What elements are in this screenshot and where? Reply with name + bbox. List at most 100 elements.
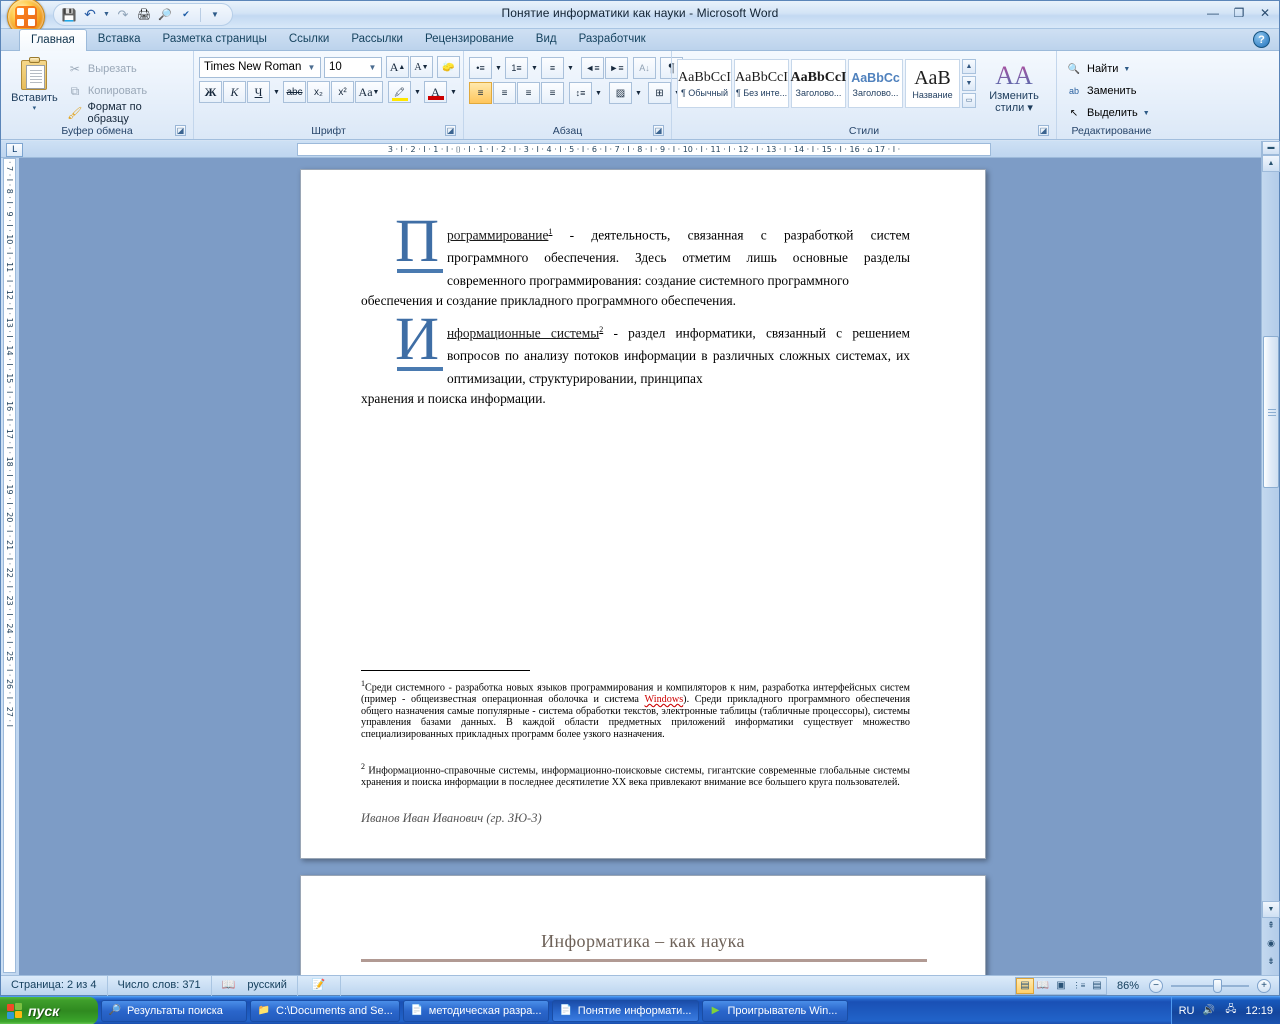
change-styles-button[interactable]: AA Изменить стили ▾ bbox=[983, 59, 1045, 115]
outline-view-button[interactable]: ⋮≡ bbox=[1070, 978, 1088, 994]
select-button[interactable]: ↖ Выделить ▼ bbox=[1062, 102, 1154, 124]
gallery-scroll-up-icon[interactable]: ▲ bbox=[962, 59, 976, 74]
shading-button[interactable]: ▨ bbox=[609, 82, 632, 104]
align-right-button[interactable]: ≡ bbox=[517, 82, 540, 104]
vertical-scrollbar[interactable]: ▬ ▲ ▼ ⇞ ◉ ⇟ bbox=[1261, 141, 1280, 975]
tab-retsenzirovanie[interactable]: Рецензирование bbox=[414, 29, 525, 51]
spelling-check-icon[interactable]: 📖 bbox=[222, 976, 236, 995]
zoom-in-button[interactable]: + bbox=[1257, 978, 1271, 993]
tab-vstavka[interactable]: Вставка bbox=[87, 29, 152, 51]
status-word-count[interactable]: Число слов: 371 bbox=[108, 975, 212, 996]
format-painter-button[interactable]: 🖌 Формат по образцу bbox=[63, 101, 188, 125]
find-button[interactable]: 🔍 Найти ▼ bbox=[1062, 58, 1134, 80]
subscript-button[interactable]: x₂ bbox=[307, 81, 330, 103]
save-icon[interactable]: 💾 bbox=[60, 6, 78, 24]
align-left-button[interactable]: ≡ bbox=[469, 82, 492, 104]
styles-gallery-scroll[interactable]: ▲ ▼ ▭ bbox=[962, 59, 976, 108]
replace-button[interactable]: ab Заменить bbox=[1062, 80, 1140, 102]
start-button[interactable]: пуск bbox=[0, 996, 98, 1024]
gallery-scroll-down-icon[interactable]: ▼ bbox=[962, 76, 976, 91]
minimize-button[interactable]: — bbox=[1205, 5, 1221, 21]
spelling-check-icon[interactable]: ✔ bbox=[177, 6, 195, 24]
language-indicator[interactable]: RU bbox=[1179, 1005, 1195, 1017]
web-layout-view-button[interactable]: ▣ bbox=[1052, 978, 1070, 994]
copy-button[interactable]: ⧉ Копировать bbox=[63, 80, 188, 102]
redo-icon[interactable]: ↷ bbox=[114, 6, 132, 24]
select-browse-object-button[interactable]: ◉ bbox=[1262, 935, 1280, 953]
numbering-button[interactable]: 1≡ bbox=[505, 57, 528, 79]
vertical-ruler[interactable]: · 7 · I · 8 · I · 9 · I · 10 · I · 11 · … bbox=[1, 158, 19, 975]
gallery-more-icon[interactable]: ▭ bbox=[962, 93, 976, 108]
strikethrough-button[interactable]: abc bbox=[283, 81, 306, 103]
style-item-zagolovok-1[interactable]: AaBbCcI Заголово... bbox=[791, 59, 847, 108]
style-item-bez-intervala[interactable]: AaBbCcI ¶ Без инте... bbox=[734, 59, 789, 108]
style-item-nazvanie[interactable]: АаВ Название bbox=[905, 59, 960, 108]
undo-dropdown-icon[interactable]: ▼ bbox=[102, 6, 111, 24]
next-page-button[interactable]: ⇟ bbox=[1262, 953, 1280, 971]
styles-dialog-launcher[interactable]: ◪ bbox=[1038, 125, 1049, 136]
customize-qat-icon[interactable]: ▼ bbox=[206, 6, 224, 24]
document-page-2[interactable]: Информатика – как наука bbox=[300, 875, 986, 975]
shading-dropdown-icon[interactable]: ▼ bbox=[633, 82, 644, 104]
status-language[interactable]: русский bbox=[247, 976, 286, 995]
macro-record-icon[interactable]: 📝 bbox=[312, 979, 326, 991]
numbering-dropdown-icon[interactable]: ▼ bbox=[529, 57, 540, 79]
sort-button[interactable]: A↓ bbox=[633, 57, 656, 79]
tab-ssylki[interactable]: Ссылки bbox=[278, 29, 341, 51]
increase-indent-button[interactable]: ►≡ bbox=[605, 57, 628, 79]
full-screen-reading-view-button[interactable]: 📖 bbox=[1034, 978, 1052, 994]
align-center-button[interactable]: ≡ bbox=[493, 82, 516, 104]
line-spacing-dropdown-icon[interactable]: ▼ bbox=[593, 82, 604, 104]
zoom-slider-thumb[interactable] bbox=[1213, 978, 1222, 993]
tab-glavnaya[interactable]: Главная bbox=[19, 29, 87, 51]
tab-stop-selector[interactable]: L bbox=[6, 143, 23, 157]
paste-dropdown-icon[interactable]: ▾ bbox=[33, 104, 37, 112]
line-spacing-button[interactable]: ↕≡ bbox=[569, 82, 592, 104]
bold-button[interactable]: Ж bbox=[199, 81, 222, 103]
clipboard-dialog-launcher[interactable]: ◪ bbox=[175, 125, 186, 136]
taskbar-button-search-results[interactable]: 🔎 Результаты поиска bbox=[101, 999, 247, 1022]
change-case-button[interactable]: Aa ▼ bbox=[355, 81, 383, 103]
horizontal-ruler[interactable]: L 3 · I · 2 · I · 1 · I · ⌷ · I · 1 · I … bbox=[1, 141, 1261, 158]
style-item-zagolovok-2[interactable]: AaBbCc Заголово... bbox=[848, 59, 903, 108]
cut-button[interactable]: ✂ Вырезать bbox=[63, 58, 188, 80]
tab-rassylki[interactable]: Рассылки bbox=[340, 29, 414, 51]
split-window-handle[interactable]: ▬ bbox=[1262, 141, 1280, 155]
font-dialog-launcher[interactable]: ◪ bbox=[445, 125, 456, 136]
style-item-obychnyy[interactable]: AaBbCcI ¶ Обычный bbox=[677, 59, 732, 108]
status-macro-recorder[interactable]: 📝 bbox=[298, 975, 341, 996]
para2-link[interactable]: нформационные системы bbox=[447, 325, 599, 340]
underline-dropdown-icon[interactable]: ▼ bbox=[271, 81, 282, 103]
volume-icon[interactable]: 🔊 bbox=[1201, 1003, 1216, 1018]
scrollbar-thumb[interactable] bbox=[1263, 336, 1279, 488]
zoom-percentage[interactable]: 86% bbox=[1117, 980, 1139, 992]
highlight-dropdown-icon[interactable]: ▼ bbox=[412, 81, 423, 103]
tab-razrabotchik[interactable]: Разработчик bbox=[568, 29, 657, 51]
font-name-combobox[interactable]: Times New Roman ▼ bbox=[199, 56, 321, 78]
align-justify-button[interactable]: ≡ bbox=[541, 82, 564, 104]
draft-view-button[interactable]: ▤ bbox=[1088, 978, 1106, 994]
clear-formatting-button[interactable]: 🧽 bbox=[437, 56, 460, 78]
zoom-slider[interactable] bbox=[1171, 978, 1249, 993]
italic-button[interactable]: К bbox=[223, 81, 246, 103]
taskbar-button-metodicheskaya[interactable]: 📄 методическая разра... bbox=[402, 999, 549, 1022]
font-color-button[interactable]: A bbox=[424, 81, 447, 103]
multilevel-list-button[interactable]: ≡ bbox=[541, 57, 564, 79]
close-button[interactable]: ✕ bbox=[1257, 5, 1273, 21]
multilevel-dropdown-icon[interactable]: ▼ bbox=[565, 57, 576, 79]
status-language-section[interactable]: 📖 русский bbox=[212, 975, 298, 996]
help-icon[interactable]: ? bbox=[1253, 31, 1270, 48]
restore-button[interactable]: ❐ bbox=[1231, 5, 1247, 21]
font-color-dropdown-icon[interactable]: ▼ bbox=[448, 81, 459, 103]
undo-icon[interactable]: ↶ bbox=[81, 6, 99, 24]
document-page-1[interactable]: П рограммирование1 - деятельность, связа… bbox=[300, 169, 986, 859]
shrink-font-button[interactable]: A ▼ bbox=[410, 56, 433, 78]
taskbar-button-documents-folder[interactable]: 📁 C:\Documents and Se... bbox=[250, 999, 400, 1022]
paragraph-dialog-launcher[interactable]: ◪ bbox=[653, 125, 664, 136]
tab-razmetka-stranitsy[interactable]: Разметка страницы bbox=[152, 29, 278, 51]
scroll-up-button[interactable]: ▲ bbox=[1262, 155, 1280, 172]
print-preview-icon[interactable]: 🔎 bbox=[156, 6, 174, 24]
superscript-button[interactable]: x² bbox=[331, 81, 354, 103]
bullets-button[interactable]: •≡ bbox=[469, 57, 492, 79]
taskbar-button-ponyatie-informatiki[interactable]: 📄 Понятие информати... bbox=[551, 999, 699, 1022]
